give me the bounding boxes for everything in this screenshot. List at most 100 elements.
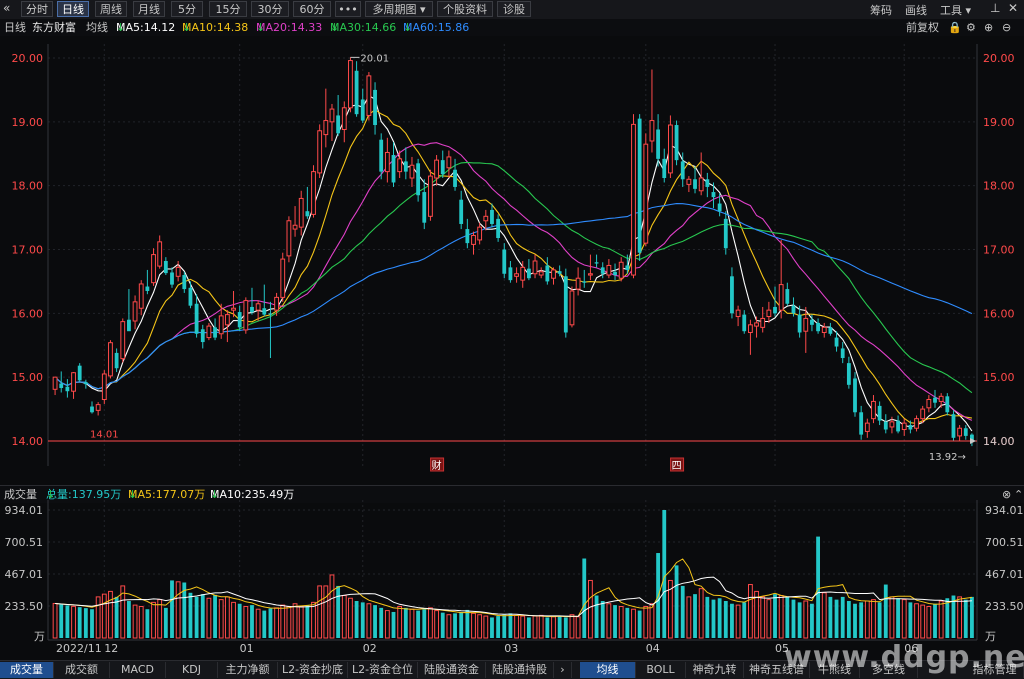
tools-menu[interactable]: 工具 ▾ [940,2,971,18]
volume-bar-down [828,596,833,638]
more-periods-button[interactable]: ••• [335,1,361,17]
volume-bar-up [871,599,876,639]
ma60-line [54,203,973,390]
volume-ma5-line [55,558,972,618]
pin-icon[interactable]: ⊥ [990,1,1000,15]
volume-tick-label-right: 700.51 [985,536,1024,549]
price-tick-label-left: 17.00 [12,244,44,257]
volume-tick-label-left: 700.51 [5,536,44,549]
multi-period-dropdown[interactable]: 多周期图 ▾ [365,1,433,17]
ma-legend: 日线 东方财富 均线 MA5:14.12 ↓ MA10:14.38 ↓ MA20:1… [0,19,1024,36]
candle-body-up [588,273,593,276]
ma-label[interactable]: 均线 [86,19,108,36]
caret-down-icon: ▾ [965,4,972,17]
period-tab-15min[interactable]: 15分 [209,1,247,17]
forward-adjust-toggle[interactable]: 前复权 [906,19,939,36]
indicator-tab[interactable]: 陆股通持股 [486,662,554,678]
period-tab-30min[interactable]: 30分 [251,1,289,17]
overlay-indicator-tab[interactable]: BOLL [636,662,686,678]
candle-body-up [821,326,827,333]
candle-body-down [883,421,888,430]
candle-body-up [384,151,390,173]
overlay-indicator-tab[interactable]: 神奇九转 [686,662,744,678]
indicator-tab[interactable]: 陆股通资金 [418,662,486,678]
plus-circle-icon[interactable]: ⊕ [984,19,993,36]
candle-body-down [163,260,168,274]
indicator-tab[interactable]: KDJ [166,662,218,678]
candle-body-up [341,107,347,130]
volume-bar-down [594,595,599,638]
candle-body-up [760,317,766,328]
indicator-tab[interactable]: 成交量 [0,662,54,678]
lock-icon[interactable]: 🔒 [948,19,962,36]
kline-chart[interactable]: 20.00 20.00 19.00 19.00 18.00 18.00 17.00 17.00… [0,36,1024,660]
overlay-indicator-tab[interactable]: 均线 [580,662,636,678]
close-icon[interactable]: ✕ [1008,1,1018,15]
volume-bar-down [336,585,341,638]
indicator-tab[interactable]: L2-资金抄底 [278,662,348,678]
period-tab-minute[interactable]: 分时 [21,1,53,17]
volume-bar-down [816,536,820,638]
candle-body-down [853,378,857,413]
candle-body-up [206,325,212,339]
period-toolbar: « 分时 日线 周线 月线 5分 15分 30分 60分 ••• 多周期图 ▾ … [0,0,1024,20]
volume-bar-down [834,599,839,638]
candle-body-up [366,75,372,116]
volume-bar-up [747,584,753,639]
candle-body-up [120,321,126,360]
stock-profile-button[interactable]: 个股资料 [437,1,493,17]
ma-lines [54,95,973,432]
volume-bar-up [686,596,692,639]
volume-bar-down [77,607,82,638]
candle-body-up [668,124,673,174]
period-tab-monthly[interactable]: 月线 [133,1,165,17]
period-tab-60min[interactable]: 60分 [293,1,331,17]
settings-gear-icon[interactable]: ⚙ [966,19,976,36]
diagnose-button[interactable]: 诊股 [497,1,531,17]
minus-circle-icon[interactable]: ⊖ [1002,19,1011,36]
candle-body-up [606,264,612,276]
indicator-tab[interactable]: 成交额 [54,662,110,678]
indicator-tab[interactable]: L2-资金仓位 [348,662,418,678]
price-tick-label-left: 16.00 [12,307,44,320]
volume-bar-down [730,603,734,638]
indicator-tab[interactable]: 主力净额 [218,662,278,678]
candle-body-down [508,267,513,281]
chip-distribution-button[interactable]: 筹码 [870,2,892,18]
period-label: 日线 [4,21,26,34]
candle-body-down [840,348,845,359]
volume-bar-up [643,605,649,639]
volume-bar-down [785,596,790,638]
volume-bar-down [163,607,168,638]
volume-bar-up [698,588,704,639]
volume-bar-up [280,604,286,639]
period-tab-daily[interactable]: 日线 [57,1,89,17]
candle-body-down [656,129,661,159]
volume-bar-down [237,603,242,638]
candle-body-down [200,329,205,343]
double-chevron-left-icon[interactable]: « [3,1,10,15]
period-tab-5min[interactable]: 5分 [171,1,203,17]
volume-bar-up [255,608,261,639]
chart-annotations: 20.01 13.92→ 14.01 14.00 财 四 [48,53,1015,472]
candle-body-up [532,260,538,275]
candle-body-down [182,275,187,290]
candle-body-up [778,284,784,311]
candle-body-up [428,175,433,217]
candle-body-up [957,427,963,437]
candle-body-down [213,327,217,338]
period-tab-weekly[interactable]: 周线 [95,1,127,17]
candle-body-up [108,342,113,377]
volume-bar-down [354,600,359,638]
volume-bar-down [662,510,667,638]
volume-bar-down [453,613,457,638]
indicator-tab[interactable]: MACD [110,662,166,678]
volume-bar-down [305,605,310,638]
volume-bar-up [138,605,144,639]
volume-bar-up [317,585,323,639]
volume-bar-up [286,605,292,639]
draw-line-button[interactable]: 画线 [905,2,927,18]
chevron-right-icon[interactable]: › [554,662,572,678]
candle-body-down [594,262,599,264]
volume-bar-up [477,614,483,639]
